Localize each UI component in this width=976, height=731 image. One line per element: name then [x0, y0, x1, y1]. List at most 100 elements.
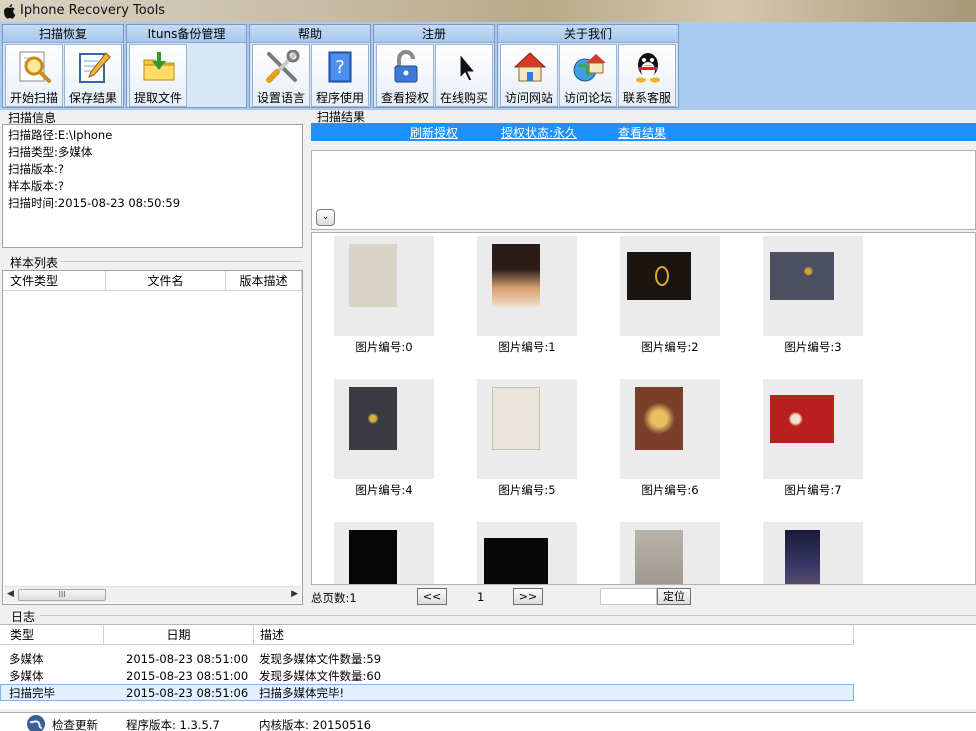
photo — [770, 395, 834, 443]
photo-detail — [655, 266, 669, 286]
thumbnail-9[interactable] — [477, 522, 577, 584]
start-scan-button[interactable]: 开始扫描 — [5, 44, 63, 107]
page-jump-input[interactable] — [600, 588, 657, 605]
thumbnail-5[interactable] — [477, 379, 577, 479]
toolbar: 扫描恢复 开始扫描 保存结果 Ituns备份管理 提取文件 帮助 设置语言 ? … — [0, 22, 976, 110]
thumbnail-0[interactable] — [334, 236, 434, 336]
next-page-button[interactable]: >> — [513, 588, 543, 605]
photo — [627, 252, 691, 300]
thumbnail-label: 图片编号:6 — [641, 483, 699, 497]
prev-page-button[interactable]: << — [417, 588, 447, 605]
view-results-link[interactable]: 查看结果 — [618, 124, 666, 141]
view-license-button[interactable]: 查看授权 — [376, 44, 434, 107]
photo — [785, 530, 820, 584]
scrollbar-thumb[interactable]: III — [18, 589, 106, 601]
sample-list-title: 样本列表 — [10, 256, 59, 270]
thumbnail-4[interactable] — [334, 379, 434, 479]
thumbnail-11[interactable] — [763, 522, 863, 584]
col-file-name[interactable]: 文件名 — [106, 271, 226, 291]
photo — [349, 530, 397, 584]
thumbnail-2[interactable] — [620, 236, 720, 336]
col-label: 类型 — [10, 628, 35, 642]
start-scan-label: 开始扫描 — [9, 91, 58, 105]
group-title: Ituns备份管理 — [127, 25, 246, 43]
thumbnail-1[interactable] — [477, 236, 577, 336]
group-title: 帮助 — [250, 25, 370, 43]
thumbnail-6[interactable] — [620, 379, 720, 479]
log-date: 2015-08-23 08:51:06 — [126, 686, 249, 700]
set-language-label: 设置语言 — [256, 91, 305, 105]
thumbnail-7[interactable] — [763, 379, 863, 479]
check-update-link[interactable]: 检查更新 — [52, 717, 98, 731]
thumbnail-grid: 图片编号:0 图片编号:1 图片编号:2 图片编号:3 图片编号:4 图片编号:… — [311, 232, 976, 585]
refresh-license-link[interactable]: 刷新授权 — [410, 124, 458, 141]
sample-list-table[interactable]: 文件类型 文件名 版本描述 ◀ III ▶ — [2, 270, 303, 605]
col-version-desc[interactable]: 版本描述 — [226, 271, 302, 291]
thumbnail-3[interactable] — [763, 236, 863, 336]
photo — [635, 530, 683, 584]
program-version: 程序版本: 1.3.5.7 — [126, 718, 220, 731]
padlock-icon — [394, 50, 418, 83]
col-label: 描述 — [260, 628, 285, 642]
cursor-icon — [459, 52, 477, 82]
globe-house-icon — [573, 54, 606, 82]
log-desc: 发现多媒体文件数量:60 — [259, 669, 382, 683]
contact-support-button[interactable]: 联系客服 — [618, 44, 676, 107]
thumbnail-label: 图片编号:0 — [355, 340, 413, 354]
apple-logo-icon — [3, 4, 16, 19]
log-row-selected[interactable]: 扫描完毕 2015-08-23 08:51:06 扫描多媒体完毕! — [0, 684, 854, 701]
photo — [349, 244, 397, 307]
visit-website-label: 访问网站 — [504, 91, 553, 105]
horizontal-scrollbar[interactable]: ◀ III ▶ — [4, 586, 301, 603]
toolbar-group-about-us: 关于我们 访问网站 访问论坛 联系客服 — [497, 24, 679, 108]
scroll-thumb-grip: III — [58, 590, 66, 599]
log-row[interactable]: 多媒体 2015-08-23 08:51:00 发现多媒体文件数量:60 — [0, 668, 854, 684]
thumbnail-label: 图片编号:5 — [498, 483, 556, 497]
thumbnail-label: 图片编号:1 — [498, 340, 556, 354]
thumbnail-10[interactable] — [620, 522, 720, 584]
save-result-button[interactable]: 保存结果 — [64, 44, 122, 107]
col-label: 文件名 — [147, 274, 184, 288]
chevron-down-icon: ⌄ — [321, 212, 330, 222]
photo — [492, 244, 540, 307]
visit-website-button[interactable]: 访问网站 — [500, 44, 558, 107]
log-table[interactable]: 类型 日期 描述 多媒体 2015-08-23 08:51:00 发现多媒体文件… — [0, 624, 976, 709]
program-usage-button[interactable]: ? 程序使用 — [311, 44, 369, 107]
total-pages: 总页数:1 — [311, 591, 357, 605]
scan-info-panel: 扫描路径:E:\Iphone 扫描类型:多媒体 扫描版本:? 样本版本:? 扫描… — [2, 124, 303, 248]
extract-file-label: 提取文件 — [133, 91, 182, 105]
col-file-type[interactable]: 文件类型 — [3, 271, 106, 291]
log-type: 扫描完毕 — [9, 686, 55, 700]
update-globe-icon[interactable] — [26, 714, 46, 731]
visit-forum-button[interactable]: 访问论坛 — [559, 44, 617, 107]
log-date: 2015-08-23 08:51:00 — [126, 669, 249, 683]
pager: 总页数:1 << 1 >> 定位 — [311, 588, 976, 606]
collapse-button[interactable]: ⌄ — [316, 209, 335, 226]
scroll-left-icon[interactable]: ◀ — [7, 589, 14, 599]
thumbnail-8[interactable] — [334, 522, 434, 584]
save-result-label: 保存结果 — [68, 91, 117, 105]
preview-area: ⌄ — [311, 150, 976, 230]
log-row[interactable]: 多媒体 2015-08-23 08:51:00 发现多媒体文件数量:59 — [0, 651, 854, 667]
log-desc: 发现多媒体文件数量:59 — [259, 652, 382, 666]
toolbar-group-help: 帮助 设置语言 ? 程序使用 — [249, 24, 371, 108]
locate-button[interactable]: 定位 — [657, 588, 691, 605]
group-title: 注册 — [374, 25, 494, 43]
col-date[interactable]: 日期 — [104, 625, 254, 645]
extract-file-button[interactable]: 提取文件 — [129, 44, 187, 107]
visit-forum-label: 访问论坛 — [563, 91, 612, 105]
scan-time: 扫描时间:2015-08-23 08:50:59 — [8, 196, 181, 210]
title-bar: Iphone Recovery Tools — [0, 0, 976, 22]
toolbar-group-itunes-backup: Ituns备份管理 提取文件 — [126, 24, 247, 108]
license-status-link[interactable]: 授权状态:永久 — [501, 124, 577, 141]
col-desc[interactable]: 描述 — [254, 625, 854, 645]
buy-online-button[interactable]: 在线购买 — [435, 44, 493, 107]
qq-penguin-icon — [636, 53, 660, 83]
set-language-button[interactable]: 设置语言 — [252, 44, 310, 107]
notepad-pencil-icon — [79, 52, 111, 83]
scroll-right-icon[interactable]: ▶ — [291, 589, 298, 599]
help-book-icon: ? — [328, 51, 352, 83]
col-type[interactable]: 类型 — [0, 625, 104, 645]
toolbar-group-register: 注册 查看授权 在线购买 — [373, 24, 495, 108]
group-title: 扫描恢复 — [3, 25, 123, 43]
